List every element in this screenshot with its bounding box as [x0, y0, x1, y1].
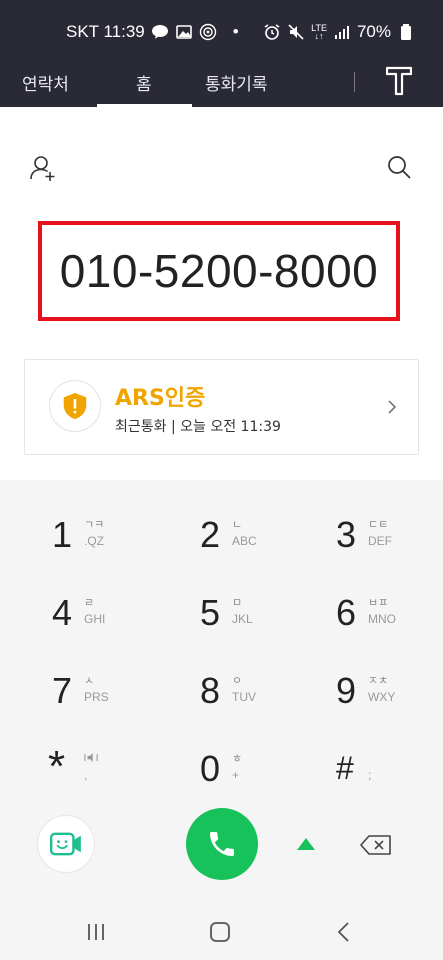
mute-icon [287, 23, 305, 41]
key-3[interactable]: 3 ㄷㅌ DEF [336, 510, 443, 580]
key-5[interactable]: 5 ㅁ JKL [200, 588, 330, 658]
pause-icon [84, 753, 98, 762]
key-7[interactable]: 7 ㅅ PRS [52, 666, 182, 736]
key-0[interactable]: 0 ㅎ + [200, 744, 330, 814]
recent-call-subtitle: 최근통화 | 오늘 오전 11:39 [115, 419, 281, 435]
chevron-right-icon [388, 400, 397, 414]
add-contact-icon[interactable] [29, 154, 57, 182]
backspace-icon[interactable] [360, 835, 392, 855]
face-notification-icon [199, 23, 217, 41]
key-8[interactable]: 8 ㅇ TUV [200, 666, 330, 736]
alarm-icon [263, 23, 281, 41]
top-tab-bar: 연락처 홈 통화기록 [0, 60, 443, 107]
system-nav-bar [0, 900, 443, 960]
key-hash[interactable]: # ; [336, 744, 443, 814]
battery-percent: 70% [356, 22, 391, 41]
carrier-time: SKT 11:39 [66, 22, 145, 41]
key-star[interactable]: * , [48, 742, 178, 814]
talk-notification-icon [151, 23, 169, 41]
t-logo-icon[interactable] [386, 66, 412, 96]
tab-contacts[interactable]: 연락처 [22, 70, 69, 95]
tab-call-history[interactable]: 통화기록 [205, 70, 268, 95]
dialed-number-display[interactable]: 010-5200-8000 [38, 221, 400, 321]
tab-active-indicator [97, 104, 192, 107]
video-call-button[interactable] [37, 815, 95, 873]
key-9[interactable]: 9 ㅈㅊ WXY [336, 666, 443, 736]
status-right: LTE ↓↑ 70% [263, 22, 415, 42]
tab-home[interactable]: 홈 [136, 70, 152, 95]
shield-icon [63, 393, 87, 419]
status-left: SKT 11:39 • [66, 22, 239, 42]
expand-up-icon[interactable] [297, 838, 315, 850]
gallery-notification-icon [175, 23, 193, 41]
call-button[interactable] [186, 808, 258, 880]
status-bar: SKT 11:39 • LTE ↓↑ 70% [0, 0, 443, 60]
video-call-icon [49, 832, 81, 856]
dialed-number: 010-5200-8000 [59, 245, 379, 297]
home-icon[interactable] [208, 920, 232, 944]
lte-indicator: LTE ↓↑ [311, 23, 327, 41]
phone-icon [210, 832, 234, 856]
key-6[interactable]: 6 ㅂㅍ MNO [336, 588, 443, 658]
tab-divider [354, 72, 355, 92]
key-4[interactable]: 4 ㄹ GHI [52, 588, 182, 658]
search-icon[interactable] [386, 154, 412, 180]
signal-icon [333, 23, 351, 41]
ars-avatar [49, 380, 101, 432]
status-dot: • [232, 22, 239, 41]
recent-call-card[interactable]: ARS인증 최근통화 | 오늘 오전 11:39 [24, 359, 419, 455]
battery-icon [397, 23, 415, 41]
key-2[interactable]: 2 ㄴ ABC [200, 510, 330, 580]
recent-apps-icon[interactable] [84, 920, 108, 944]
back-icon[interactable] [332, 920, 356, 944]
key-1[interactable]: 1 ㄱㅋ .QZ [52, 510, 182, 580]
recent-call-title: ARS인증 [115, 386, 206, 411]
